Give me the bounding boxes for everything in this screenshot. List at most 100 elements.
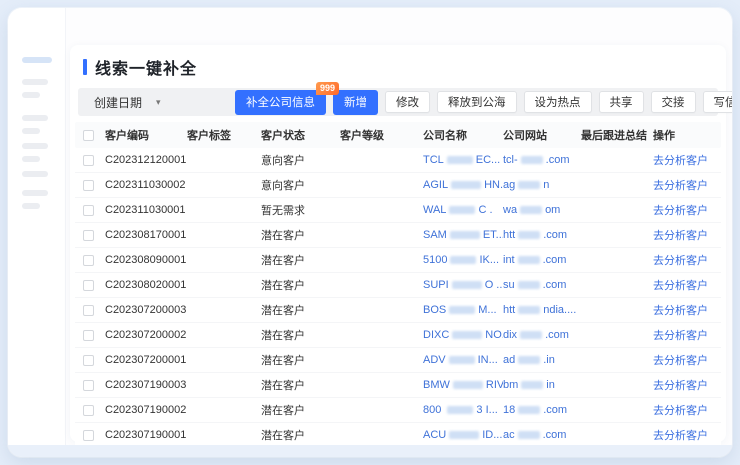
row-checkbox[interactable] xyxy=(83,280,94,291)
company-website[interactable]: htt.com xyxy=(503,229,581,241)
table-row: C202307200003 潜在客户 BOSM... httndia.... 去… xyxy=(75,298,721,323)
toolbar-button[interactable]: 共享 xyxy=(599,91,644,113)
window-footer xyxy=(8,445,732,457)
redacted-text xyxy=(518,281,540,289)
add-button[interactable]: 新增 xyxy=(333,90,378,115)
date-filter-dropdown[interactable]: 创建日期 ▾ xyxy=(84,88,216,116)
redacted-text xyxy=(447,406,473,414)
row-checkbox[interactable] xyxy=(83,330,94,341)
customer-status: 潜在客户 xyxy=(261,402,340,418)
analyze-customer-link[interactable]: 去分析客户 xyxy=(653,405,708,417)
customer-status: 潜在客户 xyxy=(261,327,340,343)
sidebar-item[interactable] xyxy=(22,128,40,134)
customer-code: C202308170001 xyxy=(105,229,187,241)
redacted-text xyxy=(449,356,475,364)
complete-company-info-button[interactable]: 补全公司信息 999 xyxy=(235,90,326,115)
row-checkbox[interactable] xyxy=(83,355,94,366)
sidebar-skeleton xyxy=(8,8,66,445)
company-website[interactable]: ac.com xyxy=(503,429,581,441)
company-website[interactable]: bmin xyxy=(503,379,581,391)
sidebar-item[interactable] xyxy=(22,156,40,162)
table-body: C202312120001 意向客户 TCLEC... tcl-.com 去分析… xyxy=(75,148,721,448)
company-name: 5100IK... xyxy=(423,254,503,266)
company-website[interactable]: waom xyxy=(503,204,581,216)
row-checkbox[interactable] xyxy=(83,230,94,241)
company-name: TCLEC... xyxy=(423,154,503,166)
analyze-customer-link[interactable]: 去分析客户 xyxy=(653,280,708,292)
customer-status: 意向客户 xyxy=(261,152,340,168)
table-row: C202307200002 潜在客户 DIXCNO... dix.com 去分析… xyxy=(75,323,721,348)
analyze-customer-link[interactable]: 去分析客户 xyxy=(653,205,708,217)
sidebar-item[interactable] xyxy=(22,79,48,85)
company-website[interactable]: agn xyxy=(503,179,581,191)
customer-code: C202311030001 xyxy=(105,204,187,216)
sidebar-item[interactable] xyxy=(22,143,48,149)
company-website[interactable]: int.com xyxy=(503,254,581,266)
row-checkbox[interactable] xyxy=(83,205,94,216)
sidebar-item[interactable] xyxy=(22,171,48,177)
title-accent-bar xyxy=(83,59,87,75)
row-checkbox[interactable] xyxy=(83,255,94,266)
sidebar-item[interactable] xyxy=(22,115,48,121)
company-website[interactable]: 18.com xyxy=(503,404,581,416)
redacted-text xyxy=(518,431,540,439)
redacted-text xyxy=(452,281,482,289)
redacted-text xyxy=(452,331,482,339)
analyze-customer-link[interactable]: 去分析客户 xyxy=(653,380,708,392)
customer-code: C202311030002 xyxy=(105,179,187,191)
table-row: C202308020001 潜在客户 SUPIO ... su.com 去分析客… xyxy=(75,273,721,298)
company-website[interactable]: su.com xyxy=(503,279,581,291)
customer-code: C202307200003 xyxy=(105,304,187,316)
customer-status: 潜在客户 xyxy=(261,302,340,318)
column-header-7: 操作 xyxy=(653,127,721,143)
toolbar-button[interactable]: 释放到公海 xyxy=(437,91,517,113)
redacted-text xyxy=(521,156,543,164)
table-row: C202311030002 意向客户 AGILHN... agn 去分析客户 xyxy=(75,173,721,198)
sidebar-item-active[interactable] xyxy=(22,57,52,63)
toolbar-button[interactable]: 交接 xyxy=(651,91,696,113)
analyze-customer-link[interactable]: 去分析客户 xyxy=(653,355,708,367)
sidebar-item[interactable] xyxy=(22,190,48,196)
app-window: 线索一键补全 创建日期 ▾ 补全公司信息 999 新增 修改释放到公海设为热点共… xyxy=(8,8,732,457)
sidebar-item[interactable] xyxy=(22,92,40,98)
redacted-text xyxy=(449,306,475,314)
row-checkbox[interactable] xyxy=(83,180,94,191)
select-all-checkbox[interactable] xyxy=(83,130,94,141)
analyze-customer-link[interactable]: 去分析客户 xyxy=(653,305,708,317)
row-checkbox[interactable] xyxy=(83,405,94,416)
company-name: DIXCNO... xyxy=(423,329,503,341)
toolbar-button[interactable]: 写信 xyxy=(703,91,733,113)
row-checkbox[interactable] xyxy=(83,430,94,441)
analyze-customer-link[interactable]: 去分析客户 xyxy=(653,180,708,192)
analyze-customer-link[interactable]: 去分析客户 xyxy=(653,330,708,342)
redacted-text xyxy=(451,181,481,189)
toolbar-button[interactable]: 设为热点 xyxy=(524,91,592,113)
company-website[interactable]: ad.in xyxy=(503,354,581,366)
redacted-text xyxy=(450,256,476,264)
analyze-customer-link[interactable]: 去分析客户 xyxy=(653,155,708,167)
company-website[interactable]: httndia.... xyxy=(503,304,581,316)
customer-code: C202307190002 xyxy=(105,404,187,416)
complete-company-info-label: 补全公司信息 xyxy=(246,94,315,110)
company-website[interactable]: dix.com xyxy=(503,329,581,341)
redacted-text xyxy=(520,331,542,339)
column-header-5: 公司网站 xyxy=(503,127,581,143)
analyze-customer-link[interactable]: 去分析客户 xyxy=(653,230,708,242)
customer-status: 意向客户 xyxy=(261,177,340,193)
company-website[interactable]: tcl-.com xyxy=(503,154,581,166)
toolbar-button[interactable]: 修改 xyxy=(385,91,430,113)
row-checkbox[interactable] xyxy=(83,155,94,166)
row-checkbox[interactable] xyxy=(83,380,94,391)
row-checkbox[interactable] xyxy=(83,305,94,316)
count-badge: 999 xyxy=(316,82,339,95)
analyze-customer-link[interactable]: 去分析客户 xyxy=(653,255,708,267)
redacted-text xyxy=(518,306,540,314)
company-name: SAMET... xyxy=(423,229,503,241)
company-name: BOSM... xyxy=(423,304,503,316)
customer-status: 潜在客户 xyxy=(261,427,340,443)
sidebar-item[interactable] xyxy=(22,203,40,209)
company-name: ADVIN... xyxy=(423,354,503,366)
analyze-customer-link[interactable]: 去分析客户 xyxy=(653,430,708,442)
redacted-text xyxy=(449,206,475,214)
page-title: 线索一键补全 xyxy=(95,55,197,79)
